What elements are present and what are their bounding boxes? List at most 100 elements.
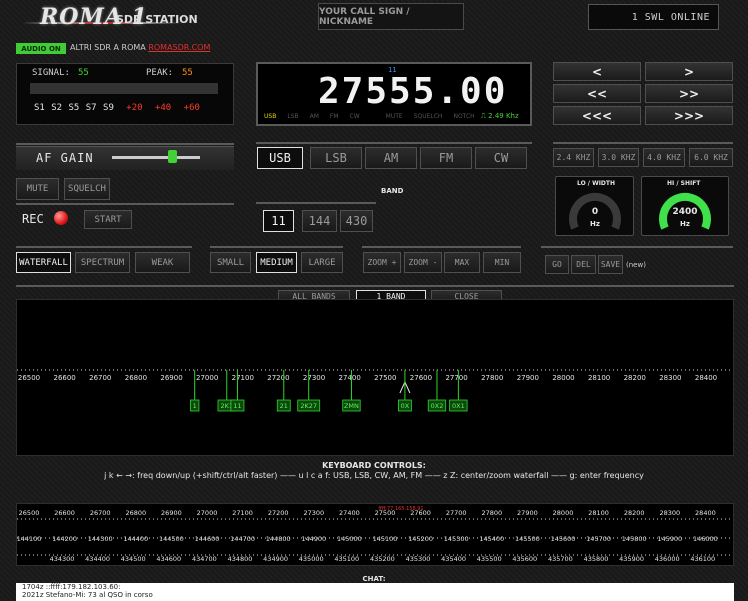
zoom-max-button[interactable]: MAX — [444, 252, 480, 273]
zoom-min-button[interactable]: MIN — [483, 252, 521, 273]
band-scale-tick-label: 27100 — [232, 509, 253, 517]
chat-message-text: 1704z ::ffff:179.182.103.60: — [22, 583, 121, 591]
band-430-button[interactable]: 430 — [340, 210, 373, 232]
size-medium-button[interactable]: MEDIUM — [256, 252, 297, 273]
mode-indicator-cw: CW — [349, 113, 360, 120]
view-waterfall-button[interactable]: WATERFALL — [16, 252, 71, 273]
band-scale-tick-label: 435700 — [548, 555, 573, 563]
lo-width-unit: Hz — [590, 220, 600, 228]
filter-3-0-button[interactable]: 3.0 KHZ — [598, 148, 639, 167]
band-scale-tick-label: 26800 — [125, 509, 146, 517]
band-scale-tick-label: 144600 — [195, 535, 220, 543]
waterfall-tick-label: 26600 — [53, 374, 75, 382]
band-scale-tick-label: 145400 — [479, 535, 504, 543]
memory-go-button[interactable]: GO — [545, 255, 569, 274]
waterfall-tick-label: 27600 — [410, 374, 432, 382]
chat-message: 2021z Stefano-Mi: 73 al QSO in corso — [22, 591, 153, 599]
s-meter-scale: S1 S2 S5 S7 S9 +20 +40 +60 — [34, 103, 200, 113]
mode-indicator-mute: MUTE — [385, 113, 403, 120]
band-scale-tick-label: 26700 — [90, 509, 111, 517]
other-sdr-text: ALTRI SDR A ROMA ROMASDR.COM — [70, 43, 210, 52]
bandwidth-readout: ⎍ 2.49 Khz — [481, 112, 519, 121]
memory-save-button[interactable]: SAVE — [598, 255, 623, 274]
mode-am-button[interactable]: AM — [365, 147, 417, 169]
other-sdr-label: ALTRI SDR A ROMA — [70, 43, 149, 52]
station-marker-label: 0X2 — [431, 402, 444, 410]
band-144-button[interactable]: 144 — [302, 210, 337, 232]
band-scale-tick-label: 146000 — [693, 535, 718, 543]
memory-del-button[interactable]: DEL — [571, 255, 596, 274]
band-scale-tick-label: 27800 — [481, 509, 502, 517]
tune-up-medium-button[interactable]: >> — [645, 84, 733, 103]
online-counter: 1 SWL ONLINE — [588, 4, 719, 30]
waterfall-display[interactable]: 26500 26600 26700 26800 26900 27000 27100 27200… — [16, 299, 734, 456]
s-scale-20: +20 — [126, 103, 143, 113]
band-scales-svg[interactable]: ffff:77.165.158.9126500 26600 26700 26800 26… — [17, 504, 733, 565]
divider — [16, 285, 734, 287]
tune-up-large-button[interactable]: >>> — [645, 106, 733, 125]
lo-width-value: 0 — [591, 207, 599, 217]
band-scale-tick-label: 434500 — [121, 555, 146, 563]
mode-lsb-button[interactable]: LSB — [310, 147, 362, 169]
mode-indicator-row: USB LSB AM FM CW MUTE SQUELCH NOTCH — [264, 113, 475, 120]
record-start-button[interactable]: START — [84, 210, 132, 229]
waterfall-tick-label: 27100 — [232, 374, 254, 382]
band-scales-panel[interactable]: ffff:77.165.158.91 26500 26600 26700 26800 26… — [16, 503, 734, 566]
band-scale-tick-label: 144300 — [88, 535, 113, 543]
tune-down-medium-button[interactable]: << — [553, 84, 641, 103]
band-scale-tick-label: 435300 — [406, 555, 431, 563]
romasdr-link[interactable]: ROMASDR.COM — [148, 43, 210, 52]
tune-down-large-button[interactable]: <<< — [553, 106, 641, 125]
tune-up-small-button[interactable]: > — [645, 62, 733, 81]
band-scale-tick-label: 27200 — [268, 509, 289, 517]
band-scale-tick-label: 434300 — [50, 555, 75, 563]
squelch-button[interactable]: SQUELCH — [64, 178, 110, 200]
hi-shift-unit: Hz — [680, 220, 690, 228]
logo-subtitle: SDR STATION — [116, 13, 198, 26]
band-scale-tick-label: 145600 — [551, 535, 576, 543]
band-scale-tick-label: 145900 — [657, 535, 682, 543]
divider — [256, 142, 532, 144]
view-weak-button[interactable]: WEAK — [135, 252, 190, 273]
mode-indicator-fm: FM — [329, 113, 339, 120]
size-small-button[interactable]: SMALL — [210, 252, 251, 273]
af-gain-slider[interactable] — [112, 156, 200, 159]
chat-log[interactable]: 1704z ::ffff:179.182.103.60: 2021z Stefa… — [16, 583, 734, 601]
band-scale-tick-label: 144700 — [230, 535, 255, 543]
record-indicator-icon — [54, 211, 68, 225]
band-scale-tick-label: 435800 — [584, 555, 609, 563]
mute-button[interactable]: MUTE — [16, 178, 59, 200]
view-spectrum-button[interactable]: SPECTRUM — [75, 252, 130, 273]
mode-fm-button[interactable]: FM — [420, 147, 472, 169]
zoom-in-button[interactable]: ZOOM + — [363, 252, 401, 273]
band-scale-tick-label: 145100 — [373, 535, 398, 543]
mode-cw-button[interactable]: CW — [475, 147, 527, 169]
band-scale-tick-label: 27300 — [303, 509, 324, 517]
callsign-input[interactable]: YOUR CALL SIGN / NICKNAME — [318, 3, 464, 30]
waterfall-tick-label: 26900 — [160, 374, 182, 382]
af-gain-slider-handle[interactable] — [168, 150, 177, 163]
mode-usb-button[interactable]: USB — [257, 147, 303, 169]
waterfall-tick-label: 28300 — [659, 374, 681, 382]
band-scale-tick-label: 28300 — [659, 509, 680, 517]
station-marker-label: ZMN — [344, 402, 359, 410]
band-scale-tick-label: 26600 — [54, 509, 75, 517]
mode-indicator-lsb: LSB — [287, 113, 299, 120]
waterfall-tick-label: 28200 — [624, 374, 646, 382]
waterfall-tick-label: 27900 — [517, 374, 539, 382]
size-large-button[interactable]: LARGE — [301, 252, 343, 273]
station-marker-label: 0X — [401, 402, 410, 410]
waterfall-scale-svg[interactable]: 26500 26600 26700 26800 26900 27000 27100 27200… — [17, 300, 733, 455]
mode-indicator-gap — [371, 113, 375, 120]
band-scale-tick-label: 26500 — [19, 509, 40, 517]
filter-4-0-button[interactable]: 4.0 KHZ — [643, 148, 685, 167]
tune-down-small-button[interactable]: < — [553, 62, 641, 81]
band-11-button[interactable]: 11 — [263, 210, 294, 232]
zoom-out-button[interactable]: ZOOM - — [404, 252, 442, 273]
filter-6-0-button[interactable]: 6.0 KHZ — [689, 148, 733, 167]
frequency-value[interactable]: 27555.00 — [318, 71, 507, 112]
filter-2-4-button[interactable]: 2.4 KHZ — [553, 148, 594, 167]
waterfall-tick-label: 28400 — [695, 374, 717, 382]
station-marker-label: 21 — [280, 402, 288, 410]
waterfall-tick-label: 27000 — [196, 374, 218, 382]
